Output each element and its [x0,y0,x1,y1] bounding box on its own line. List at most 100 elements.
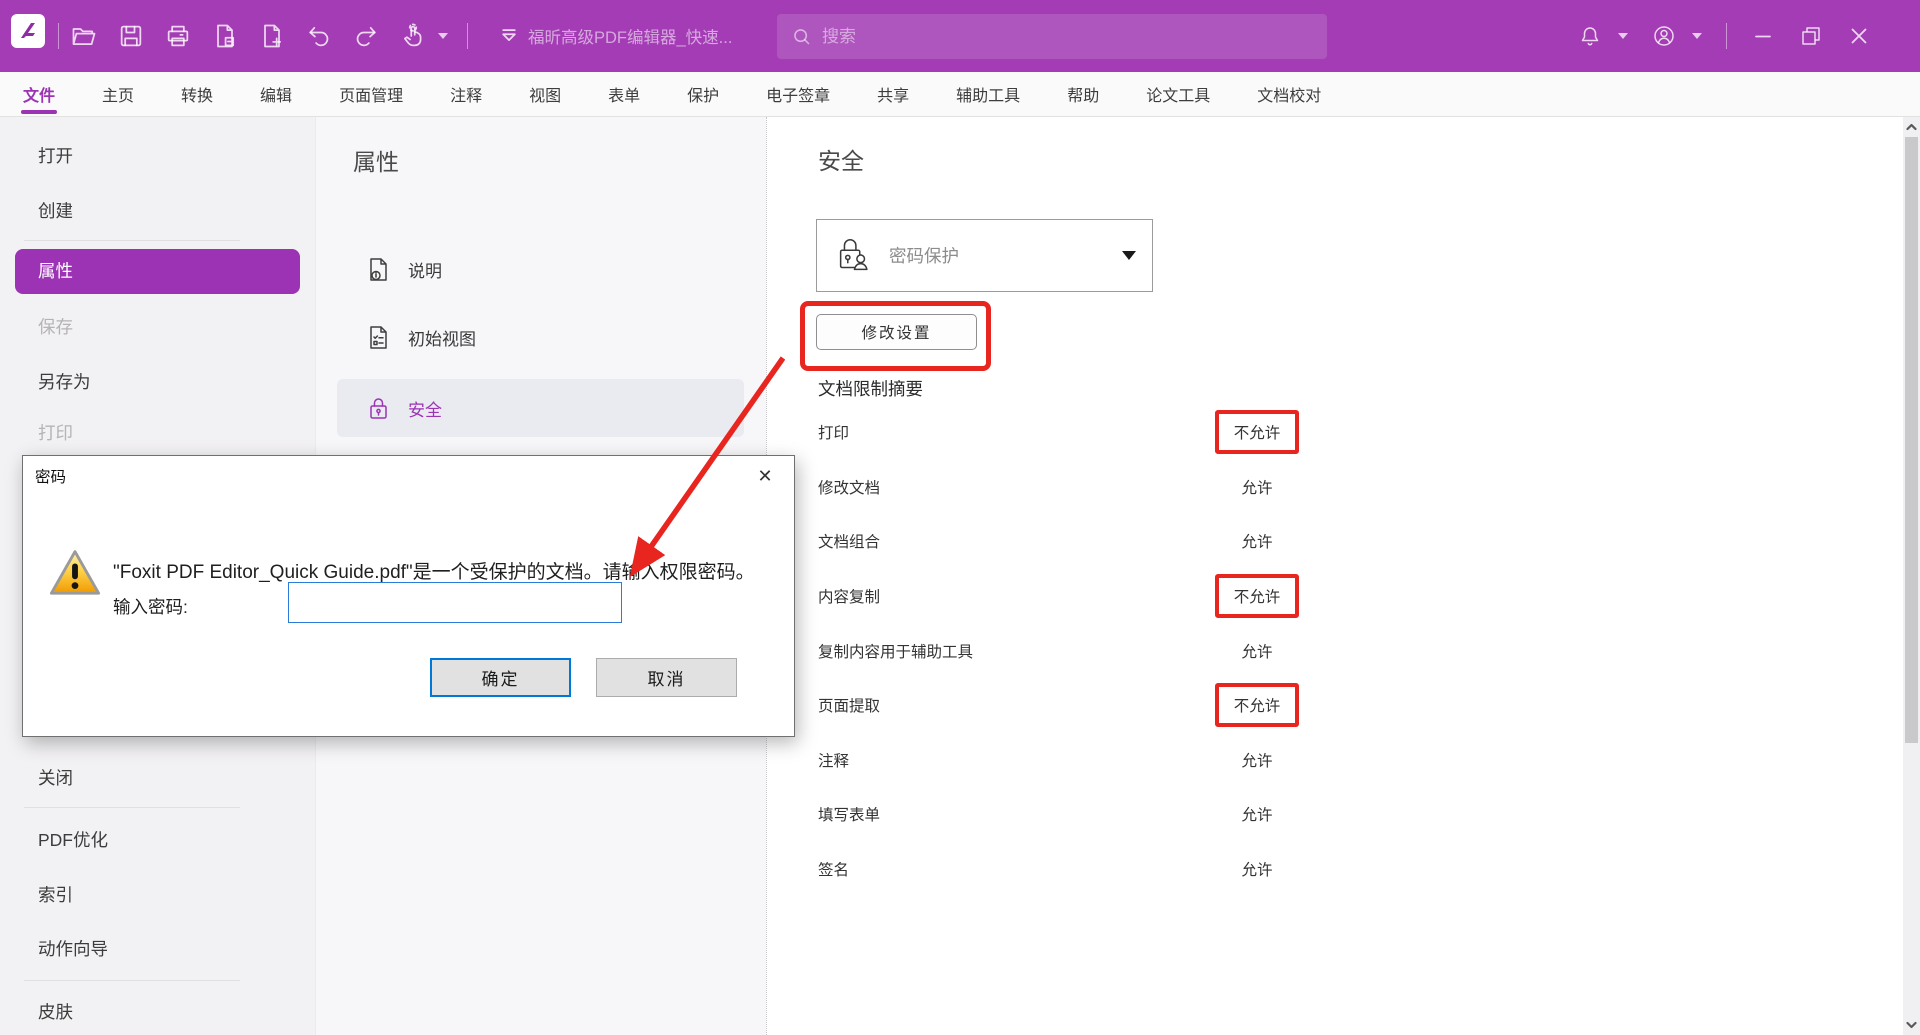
search-icon [791,26,812,47]
sidebar-item[interactable]: 皮肤 [38,991,295,1033]
minimize-icon[interactable] [1751,24,1775,48]
properties-item-security[interactable]: 安全 [337,379,744,437]
menu-item[interactable]: 主页 [102,72,134,117]
sidebar-item[interactable]: 关闭 [38,757,295,799]
search-box[interactable] [777,14,1327,59]
titlebar-separator [58,23,59,49]
sidebar-item-label: 索引 [38,885,73,905]
vertical-scrollbar[interactable] [1903,117,1920,1035]
notifications-dropdown-caret[interactable] [1618,33,1628,39]
properties-panel-title: 属性 [353,143,399,177]
sidebar-item[interactable]: 属性 [15,249,300,294]
sidebar-item-label: 关闭 [38,768,73,788]
menu-item[interactable]: 页面管理 [339,72,403,117]
account-dropdown-caret[interactable] [1692,33,1702,39]
open-file-icon[interactable] [70,22,98,50]
menu-item[interactable]: 转换 [181,72,213,117]
hand-tool-icon[interactable] [399,22,427,50]
permission-value: 不允许 [1215,410,1300,454]
permission-row: 文档组合 允许 [818,514,1518,569]
password-input[interactable] [288,582,622,623]
sidebar-item-label: 动作向导 [38,939,108,959]
document-tab[interactable]: 福昕高级PDF编辑器_快速... [528,0,776,72]
redo-icon[interactable] [352,22,380,50]
permission-label: 内容复制 [818,585,880,607]
notifications-bell-icon[interactable] [1578,24,1602,48]
permission-row: 页面提取 不允许 [818,678,1518,733]
scroll-down-button[interactable] [1903,1015,1920,1035]
menu-item[interactable]: 编辑 [260,72,292,117]
password-dialog: 密码 ✕ "Foxit PDF Editor_Quick Guide.pdf"是… [22,455,795,737]
close-window-icon[interactable] [1847,24,1871,48]
menu-item[interactable]: 辅助工具 [956,72,1020,117]
permission-value: 不允许 [1215,574,1300,618]
menu-item[interactable]: 共享 [877,72,909,117]
menu-item[interactable]: 视图 [529,72,561,117]
permission-value: 允许 [1222,847,1291,891]
properties-item-label: 说明 [408,257,442,282]
menu-item[interactable]: 文件 [23,72,55,117]
dialog-message: "Foxit PDF Editor_Quick Guide.pdf"是一个受保护… [113,557,773,584]
permission-row: 填写表单 允许 [818,787,1518,842]
menu-item[interactable]: 保护 [687,72,719,117]
sidebar-item-label: 创建 [38,201,73,221]
password-protect-icon [833,235,875,277]
permission-value: 不允许 [1215,683,1300,727]
sidebar-item[interactable]: 另存为 [38,361,295,403]
ok-button[interactable]: 确定 [430,658,571,697]
dialog-close-icon[interactable]: ✕ [752,464,778,488]
add-page-icon[interactable] [258,22,286,50]
menu-item[interactable]: 帮助 [1067,72,1099,117]
menu-item-label: 主页 [102,82,134,106]
print-icon[interactable] [164,22,192,50]
cancel-button[interactable]: 取消 [596,658,737,697]
permission-value-cell: 允许 [1204,847,1310,891]
menu-item-label: 页面管理 [339,82,403,106]
hand-tool-dropdown-caret[interactable] [438,33,448,39]
document-tab-title: 福昕高级PDF编辑器_快速... [528,24,732,48]
restore-window-icon[interactable] [1799,24,1823,48]
scrollbar-thumb[interactable] [1905,137,1918,743]
sidebar-item[interactable]: 打印 [38,412,295,454]
sidebar-item[interactable]: 创建 [38,190,295,232]
properties-item-label: 初始视图 [408,325,476,350]
foxit-logo[interactable] [11,14,45,48]
sidebar-item[interactable]: 动作向导 [38,928,295,970]
permission-value-cell: 允许 [1204,465,1310,509]
account-icon[interactable] [1652,24,1676,48]
collapse-toolbar-icon[interactable] [495,22,523,50]
search-input[interactable] [822,27,1313,47]
menu-item-label: 保护 [687,82,719,106]
permission-value-cell: 不允许 [1204,410,1310,454]
sidebar-item-label: 保存 [38,317,73,337]
security-method-dropdown[interactable]: 密码保护 [816,219,1153,292]
undo-icon[interactable] [305,22,333,50]
menu-item-label: 电子签章 [766,82,830,106]
properties-item-description[interactable]: 说明 [337,235,744,303]
sidebar-item[interactable]: 索引 [38,874,295,916]
properties-item-initial-view[interactable]: 初始视图 [337,303,744,371]
menu-item[interactable]: 电子签章 [766,72,830,117]
permission-value-cell: 不允许 [1204,683,1310,727]
permission-value: 允许 [1222,738,1291,782]
save-icon[interactable] [117,22,145,50]
sidebar-item[interactable]: 保存 [38,306,295,348]
menu-item-label: 转换 [181,82,213,106]
sidebar-item[interactable]: PDF优化 [38,819,295,861]
sidebar-item[interactable]: 打开 [38,135,295,177]
sidebar-divider [24,240,240,241]
menu-item-label: 文档校对 [1257,82,1321,106]
properties-item-label: 安全 [408,396,442,421]
sidebar-item-label: 属性 [38,261,73,281]
menu-item[interactable]: 表单 [608,72,640,117]
scroll-up-button[interactable] [1903,117,1920,137]
menu-item[interactable]: 文档校对 [1257,72,1321,117]
password-label: 输入密码: [113,594,188,619]
delete-page-icon[interactable] [211,22,239,50]
modify-settings-button[interactable]: 修改设置 [816,314,977,350]
warning-icon [48,548,102,598]
menu-item[interactable]: 注释 [450,72,482,117]
menu-item-label: 注释 [450,82,482,106]
security-panel-title: 安全 [818,142,864,176]
menu-item[interactable]: 论文工具 [1146,72,1210,117]
